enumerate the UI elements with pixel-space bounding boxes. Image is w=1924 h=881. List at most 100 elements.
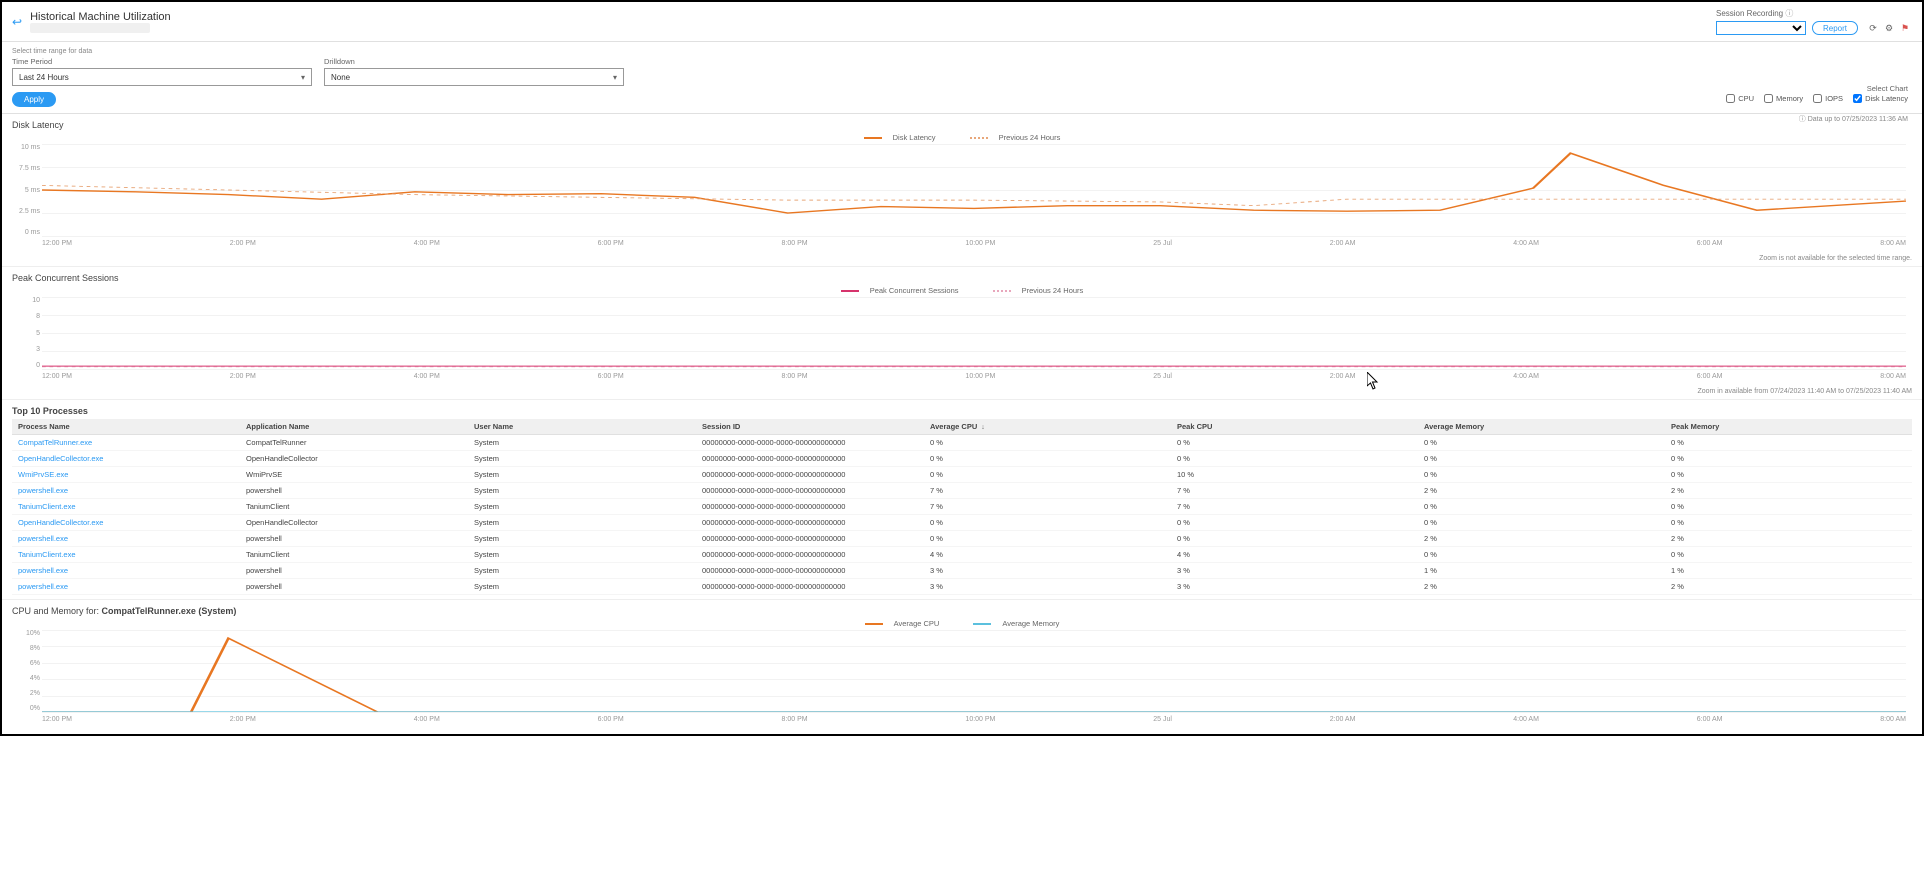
chart-selector-group: Select Chart CPU Memory IOPS Disk Latenc…: [1726, 84, 1908, 103]
axis-tick: 2:00 PM: [230, 373, 256, 387]
axis-tick: 2.5 ms: [18, 208, 40, 215]
cell-user: System: [468, 563, 696, 579]
col-process-name[interactable]: Process Name: [12, 419, 240, 435]
axis-tick: 10:00 PM: [965, 716, 995, 730]
apply-button[interactable]: Apply: [12, 92, 56, 107]
col-application-name[interactable]: Application Name: [240, 419, 468, 435]
cpu-memory-title: CPU and Memory for: CompatTelRunner.exe …: [12, 606, 1912, 616]
axis-tick: 8:00 AM: [1880, 716, 1906, 730]
cell-sid: 00000000-0000-0000-0000-000000000000: [696, 435, 924, 451]
table-row: TaniumClient.exe TaniumClient System 000…: [12, 499, 1912, 515]
cell-sid: 00000000-0000-0000-0000-000000000000: [696, 547, 924, 563]
axis-tick: 6:00 AM: [1697, 716, 1723, 730]
sessions-zoom-note: Zoom in available from 07/24/2023 11:40 …: [12, 388, 1912, 395]
table-row: CompatTelRunner.exe CompatTelRunner Syst…: [12, 435, 1912, 451]
axis-tick: 5 ms: [18, 187, 40, 194]
iops-checkbox[interactable]: IOPS: [1813, 94, 1843, 103]
cell-sid: 00000000-0000-0000-0000-000000000000: [696, 531, 924, 547]
process-name-link[interactable]: OpenHandleCollector.exe: [12, 515, 240, 531]
axis-tick: 0%: [18, 705, 40, 712]
cell-avg-cpu: 7 %: [924, 499, 1171, 515]
cell-app: OpenHandleCollector: [240, 451, 468, 467]
axis-tick: 12:00 PM: [42, 240, 72, 254]
process-name-link[interactable]: powershell.exe: [12, 579, 240, 595]
cell-avg-mem: 0 %: [1418, 435, 1665, 451]
cell-avg-mem: 0 %: [1418, 515, 1665, 531]
table-row: powershell.exe powershell System 0000000…: [12, 579, 1912, 595]
back-icon[interactable]: ↩: [12, 15, 22, 29]
col-avg-cpu[interactable]: Average CPU↓: [924, 419, 1171, 435]
cell-app: OpenHandleCollector: [240, 515, 468, 531]
process-name-link[interactable]: OpenHandleCollector.exe: [12, 451, 240, 467]
cell-peak-cpu: 4 %: [1171, 547, 1418, 563]
cell-app: TaniumClient: [240, 499, 468, 515]
table-row: powershell.exe powershell System 0000000…: [12, 563, 1912, 579]
cell-peak-cpu: 0 %: [1171, 435, 1418, 451]
info-icon[interactable]: ⓘ: [1785, 9, 1793, 18]
col-peak-cpu[interactable]: Peak CPU: [1171, 419, 1418, 435]
axis-tick: 0 ms: [18, 229, 40, 236]
cell-sid: 00000000-0000-0000-0000-000000000000: [696, 483, 924, 499]
cell-app: powershell: [240, 483, 468, 499]
cell-peak-mem: 2 %: [1665, 579, 1912, 595]
cell-peak-cpu: 0 %: [1171, 531, 1418, 547]
axis-tick: 4:00 PM: [414, 240, 440, 254]
process-name-link[interactable]: TaniumClient.exe: [12, 499, 240, 515]
axis-tick: 25 Jul: [1153, 716, 1172, 730]
cell-avg-cpu: 0 %: [924, 531, 1171, 547]
cell-sid: 00000000-0000-0000-0000-000000000000: [696, 563, 924, 579]
axis-tick: 3: [18, 346, 40, 353]
cell-peak-cpu: 7 %: [1171, 499, 1418, 515]
axis-tick: 8:00 PM: [782, 373, 808, 387]
cell-peak-cpu: 7 %: [1171, 483, 1418, 499]
page-subtitle-redacted: [30, 23, 150, 33]
cell-user: System: [468, 451, 696, 467]
cell-peak-cpu: 0 %: [1171, 515, 1418, 531]
cpu-memory-legend: Average CPU Average Memory: [12, 619, 1912, 628]
cell-app: WmiPrvSE: [240, 467, 468, 483]
cpu-checkbox[interactable]: CPU: [1726, 94, 1754, 103]
col-session-id[interactable]: Session ID: [696, 419, 924, 435]
drilldown-select[interactable]: None▾: [324, 68, 624, 86]
col-avg-mem[interactable]: Average Memory: [1418, 419, 1665, 435]
cell-peak-cpu: 0 %: [1171, 451, 1418, 467]
cpu-memory-chart[interactable]: 10%8%6%4%2%0% 12:00 PM2:00 PM4:00 PM6:00…: [12, 630, 1912, 730]
disk-latency-title: Disk Latency: [12, 120, 1912, 130]
process-name-link[interactable]: CompatTelRunner.exe: [12, 435, 240, 451]
cell-user: System: [468, 467, 696, 483]
axis-tick: 4:00 AM: [1513, 716, 1539, 730]
disk-latency-checkbox[interactable]: Disk Latency: [1853, 94, 1908, 103]
process-name-link[interactable]: powershell.exe: [12, 563, 240, 579]
disk-latency-chart[interactable]: 10 ms7.5 ms5 ms2.5 ms0 ms 12:00 PM2:00 P…: [12, 144, 1912, 254]
axis-tick: 2%: [18, 690, 40, 697]
table-row: TaniumClient.exe TaniumClient System 000…: [12, 547, 1912, 563]
report-button[interactable]: Report: [1812, 21, 1858, 35]
cell-avg-cpu: 4 %: [924, 547, 1171, 563]
axis-tick: 2:00 AM: [1330, 716, 1356, 730]
cell-app: powershell: [240, 579, 468, 595]
time-period-select[interactable]: Last 24 Hours▾: [12, 68, 312, 86]
process-name-link[interactable]: powershell.exe: [12, 483, 240, 499]
cell-peak-mem: 0 %: [1665, 435, 1912, 451]
axis-tick: 7.5 ms: [18, 165, 40, 172]
process-name-link[interactable]: TaniumClient.exe: [12, 547, 240, 563]
memory-checkbox[interactable]: Memory: [1764, 94, 1803, 103]
sessions-section: Peak Concurrent Sessions Peak Concurrent…: [2, 267, 1922, 400]
col-user-name[interactable]: User Name: [468, 419, 696, 435]
axis-tick: 4:00 AM: [1513, 373, 1539, 387]
sessions-legend: Peak Concurrent Sessions Previous 24 Hou…: [12, 286, 1912, 295]
gear-icon[interactable]: ⚙: [1884, 23, 1894, 33]
process-name-link[interactable]: powershell.exe: [12, 531, 240, 547]
axis-tick: 0: [18, 362, 40, 369]
axis-tick: 2:00 AM: [1330, 240, 1356, 254]
cell-avg-cpu: 3 %: [924, 563, 1171, 579]
alert-icon[interactable]: ⚑: [1900, 23, 1910, 33]
session-recording-select[interactable]: [1716, 21, 1806, 35]
axis-tick: 6:00 PM: [598, 373, 624, 387]
filter-bar: Select time range for data Time Period L…: [2, 42, 1922, 114]
cell-sid: 00000000-0000-0000-0000-000000000000: [696, 579, 924, 595]
process-name-link[interactable]: WmiPrvSE.exe: [12, 467, 240, 483]
col-peak-mem[interactable]: Peak Memory: [1665, 419, 1912, 435]
refresh-icon[interactable]: ⟳: [1868, 23, 1878, 33]
sessions-chart[interactable]: 108530 12:00 PM2:00 PM4:00 PM6:00 PM8:00…: [12, 297, 1912, 387]
